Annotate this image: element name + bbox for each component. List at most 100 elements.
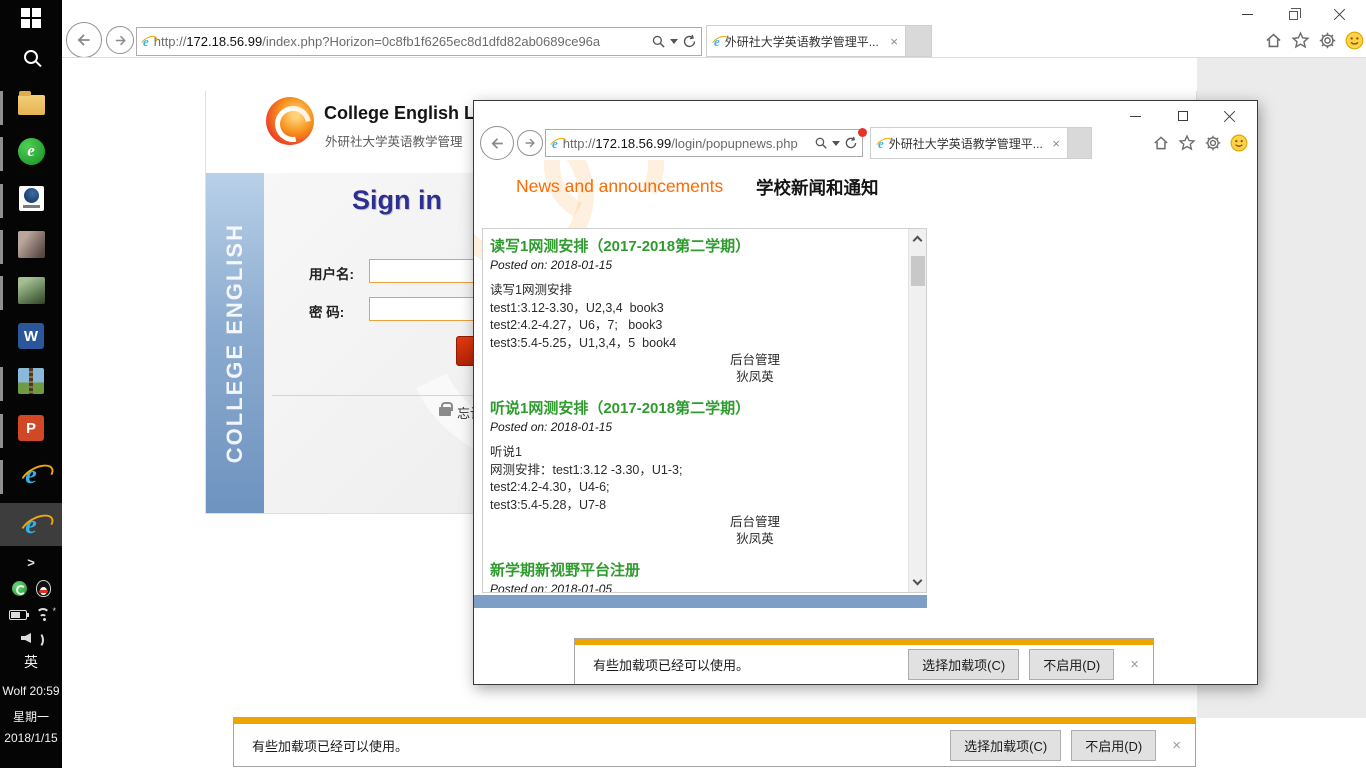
news-body-line: test3:5.4-5.28，U7-8 [490,497,904,515]
chrome-action-icons [1264,31,1364,50]
popup-close-button[interactable] [1216,107,1242,125]
scroll-up-icon[interactable] [913,236,923,246]
news-body-line: 读写1网测安排 [490,282,904,300]
taskbar-photo-1[interactable] [0,229,62,259]
popup-maximize-button[interactable] [1170,107,1196,125]
volume-button[interactable] [0,629,62,647]
password-label: 密 码: [309,301,344,321]
refresh-icon[interactable] [844,136,858,150]
start-button[interactable] [0,6,62,30]
dont-enable-button[interactable]: 不启用(D) [1071,730,1156,761]
favorites-star-icon[interactable] [1178,134,1196,152]
dont-enable-button[interactable]: 不启用(D) [1029,649,1114,680]
tab-title: 外研社大学英语教学管理平... [725,33,885,50]
feedback-smiley-icon[interactable] [1345,31,1364,50]
news-signature: 后台管理狄凤英 [690,514,820,548]
taskbar-internet-explorer[interactable]: e [0,459,62,491]
brand-title: College English Lea [324,103,495,124]
popup-address-bar[interactable]: e http://172.18.56.99/login/popupnews.ph… [545,129,863,157]
address-bar[interactable]: e http://172.18.56.99/index.php?Horizon=… [136,27,702,56]
browser-logo-icon [19,186,44,211]
taskbar-360-browser[interactable]: e [0,136,62,166]
home-icon[interactable] [1264,31,1283,50]
forward-button[interactable] [106,26,134,54]
scrollbar-thumb[interactable] [911,256,925,286]
news-body-line: test1:3.12-3.30，U2,3,4 book3 [490,300,904,318]
taskbar-word[interactable]: W [0,321,62,351]
tray-row-2: * [0,605,62,625]
settings-gear-icon[interactable] [1318,31,1337,50]
chevron-down-icon[interactable] [832,141,840,146]
settings-gear-icon[interactable] [1204,134,1222,152]
popup-minimize-button[interactable] [1122,107,1148,125]
back-button[interactable] [66,22,102,58]
photo-thumbnail-icon [18,277,45,304]
news-title: 读写1网测安排（2017-2018第二学期） [490,237,904,257]
taskbar-search-button[interactable] [0,45,62,69]
tab-close-icon[interactable]: × [890,34,898,49]
addon-notification-bar: 有些加载项已经可以使用。 选择加载项(C) 不启用(D) × [233,717,1196,767]
search-icon[interactable] [651,34,666,49]
ie-favicon: e [143,35,149,48]
notification-close-icon[interactable]: × [1172,737,1181,754]
news-body-line: test2:4.2-4.30，U4-6; [490,479,904,497]
scrollbar[interactable] [908,229,926,592]
clock-time[interactable]: Wolf 20:59 [0,684,62,698]
taskbar-powerpoint[interactable]: P [0,413,62,443]
ime-indicator[interactable]: 英 [0,652,62,672]
scroll-down-icon[interactable] [913,576,923,586]
popup-forward-button[interactable] [517,130,543,156]
username-label: 用户名: [309,263,354,283]
brand-subtitle: 外研社大学英语教学管理 [325,131,463,150]
new-tab-button[interactable] [1068,127,1092,159]
restore-button[interactable] [1280,5,1306,23]
tab-close-icon[interactable]: × [1052,136,1060,151]
refresh-icon[interactable] [682,34,697,49]
folder-icon [18,95,45,115]
taskbar-photo-2[interactable] [0,275,62,305]
internet-explorer-icon: e [25,512,37,538]
taskbar-file-explorer[interactable] [0,90,62,120]
chevron-down-icon[interactable] [670,39,678,44]
new-tab-button[interactable] [906,25,932,57]
news-title: 听说1网测安排（2017-2018第二学期） [490,399,904,419]
internet-explorer-icon: e [25,462,37,488]
green-browser-icon: e [18,138,45,165]
taskbar-internet-explorer-active[interactable]: e [0,507,62,543]
news-header-zh: 学校新闻和通知 [756,175,879,200]
forward-arrow-icon [523,136,537,150]
close-button[interactable] [1326,5,1352,23]
choose-addons-button[interactable]: 选择加载项(C) [908,649,1019,680]
zipped-folder-icon [18,368,44,394]
notification-close-icon[interactable]: × [1130,656,1139,673]
minimize-icon [1130,116,1141,117]
home-icon[interactable] [1152,134,1170,152]
taskbar-zipped-photos[interactable] [0,366,62,396]
taskbar-app-dark[interactable] [0,183,62,213]
news-item: 读写1网测安排（2017-2018第二学期） Posted on: 2018-0… [490,237,904,386]
tab-main[interactable]: e 外研社大学英语教学管理平... × [706,25,906,57]
minimize-icon [1242,14,1253,15]
ie-favicon: e [714,35,720,48]
taskbar: e W P e e > * 英 Wolf 20:59 星期一 2018/1/15 [0,0,62,768]
wifi-icon[interactable]: * [35,608,53,622]
popup-tab[interactable]: e 外研社大学英语教学管理平... × [870,127,1068,159]
hidden-icons-chevron-icon[interactable]: > [0,553,62,571]
choose-addons-button[interactable]: 选择加载项(C) [950,730,1061,761]
ime-label: 英 [24,652,38,672]
speaker-icon [21,631,41,645]
news-header-en: News and announcements [516,176,723,197]
battery-icon[interactable] [9,610,27,620]
search-icon[interactable] [814,136,828,150]
popup-page: News and announcements 学校新闻和通知 读写1网测安排（2… [474,160,1257,684]
desktop: e W P e e > * 英 Wolf 20:59 星期一 2018/1/15 [0,0,1366,768]
popup-back-button[interactable] [480,126,514,160]
feedback-smiley-icon[interactable] [1230,134,1248,152]
minimize-button[interactable] [1234,5,1260,23]
qq-penguin-icon[interactable] [36,580,51,597]
clock-date: 2018/1/15 [0,731,62,745]
favorites-star-icon[interactable] [1291,31,1310,50]
antivirus-tray-icon[interactable] [12,581,27,596]
forward-arrow-icon [113,33,128,48]
chrome-action-icons [1152,134,1248,152]
